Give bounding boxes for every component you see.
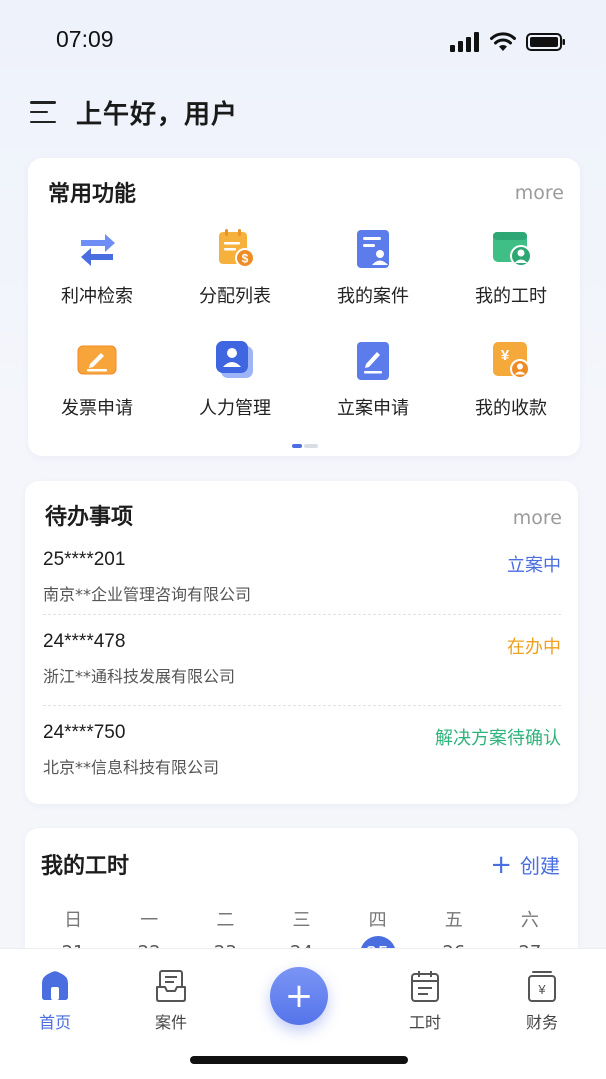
- common-functions-card: 常用功能 more 利冲检索 $ 分配列表 我的案件 我的工时 发票申请 人力管…: [28, 158, 580, 456]
- divider: [43, 614, 561, 615]
- tab-label: 案件: [154, 1013, 187, 1032]
- wifi-icon: [490, 32, 516, 51]
- function-hr-management[interactable]: 人力管理: [166, 338, 304, 420]
- file-edit-icon: [351, 338, 395, 382]
- tab-home[interactable]: 首页: [15, 969, 95, 1033]
- page-indicator: [292, 444, 318, 448]
- function-my-cases[interactable]: 我的案件: [304, 226, 442, 308]
- case-number: 25****201: [43, 549, 126, 570]
- status-bar: 07:09: [0, 24, 606, 58]
- add-fab-button[interactable]: +: [270, 967, 328, 1025]
- status-icons: [450, 32, 566, 52]
- create-hours-button[interactable]: + 创建: [490, 850, 560, 879]
- divider: [43, 705, 561, 706]
- svg-text:¥: ¥: [537, 982, 546, 997]
- function-label: 我的案件: [337, 286, 409, 307]
- timesheet-icon: [408, 969, 442, 1003]
- function-label: 利冲检索: [61, 286, 133, 307]
- company-name: 南京**企业管理咨询有限公司: [43, 585, 252, 604]
- case-number: 24****750: [43, 722, 126, 743]
- tab-timesheet[interactable]: 工时: [385, 969, 465, 1033]
- status-label: 在办中: [507, 637, 561, 658]
- common-functions-more-link[interactable]: more: [515, 182, 564, 204]
- function-label: 分配列表: [199, 286, 271, 307]
- todo-more-link[interactable]: more: [513, 507, 562, 529]
- weekday-label: 日: [64, 910, 83, 931]
- header: 上午好，用户: [30, 92, 238, 132]
- function-my-hours[interactable]: 我的工时: [442, 226, 580, 308]
- function-label: 发票申请: [61, 398, 133, 419]
- invoice-icon: [75, 338, 119, 382]
- case-file-icon: [351, 226, 395, 270]
- function-case-filing[interactable]: 立案申请: [304, 338, 442, 420]
- create-label: 创建: [520, 854, 560, 878]
- menu-icon[interactable]: [30, 101, 58, 123]
- yen-payment-icon: ¥: [489, 338, 533, 382]
- todo-title: 待办事项: [45, 505, 134, 530]
- signal-icon: [450, 32, 479, 52]
- function-invoice-request[interactable]: 发票申请: [28, 338, 166, 420]
- home-indicator: [190, 1056, 408, 1064]
- my-hours-title: 我的工时: [41, 854, 130, 879]
- common-functions-title: 常用功能: [48, 182, 137, 207]
- status-label: 立案中: [507, 555, 561, 576]
- plus-icon: +: [284, 976, 314, 1016]
- home-icon: [38, 969, 72, 1003]
- dollar-list-icon: $: [213, 226, 257, 270]
- work-hours-icon: [489, 226, 533, 270]
- svg-text:¥: ¥: [501, 347, 510, 364]
- people-icon: [213, 338, 257, 382]
- function-allocation-list[interactable]: $ 分配列表: [166, 226, 304, 308]
- tab-cases[interactable]: 案件: [131, 969, 211, 1033]
- weekday-label: 三: [292, 910, 311, 931]
- function-conflict-search[interactable]: 利冲检索: [28, 226, 166, 308]
- plus-icon: +: [490, 849, 512, 880]
- weekday-label: 一: [140, 910, 159, 931]
- battery-icon: [526, 33, 565, 51]
- weekday-row: 日 一 二 三 四 五 六: [35, 906, 568, 932]
- function-label: 立案申请: [337, 398, 409, 419]
- weekday-label: 四: [368, 910, 387, 931]
- svg-text:$: $: [242, 252, 249, 266]
- status-time: 07:09: [56, 26, 114, 52]
- function-grid: 利冲检索 $ 分配列表 我的案件 我的工时 发票申请 人力管理 立案申请 ¥ 我…: [28, 226, 580, 420]
- tab-label: 财务: [525, 1013, 558, 1032]
- case-number: 24****478: [43, 631, 126, 652]
- function-label: 我的收款: [475, 398, 547, 419]
- greeting-title: 上午好，用户: [76, 99, 239, 130]
- finance-icon: ¥: [525, 969, 559, 1003]
- function-label: 人力管理: [199, 398, 271, 419]
- tab-finance[interactable]: ¥ 财务: [502, 969, 582, 1033]
- function-label: 我的工时: [475, 286, 547, 307]
- weekday-label: 二: [216, 910, 235, 931]
- tab-label: 工时: [408, 1013, 441, 1032]
- case-tray-icon: [154, 969, 188, 1003]
- weekday-label: 五: [444, 910, 463, 931]
- todo-card: 待办事项 more 25****201 南京**企业管理咨询有限公司 立案中 2…: [25, 481, 578, 804]
- swap-arrows-icon: [75, 226, 119, 270]
- tab-label: 首页: [38, 1013, 71, 1032]
- company-name: 北京**信息科技有限公司: [43, 758, 220, 777]
- status-label: 解决方案待确认: [435, 728, 561, 749]
- company-name: 浙江**通科技发展有限公司: [43, 667, 236, 686]
- weekday-label: 六: [520, 910, 539, 931]
- function-my-receipts[interactable]: ¥ 我的收款: [442, 338, 580, 420]
